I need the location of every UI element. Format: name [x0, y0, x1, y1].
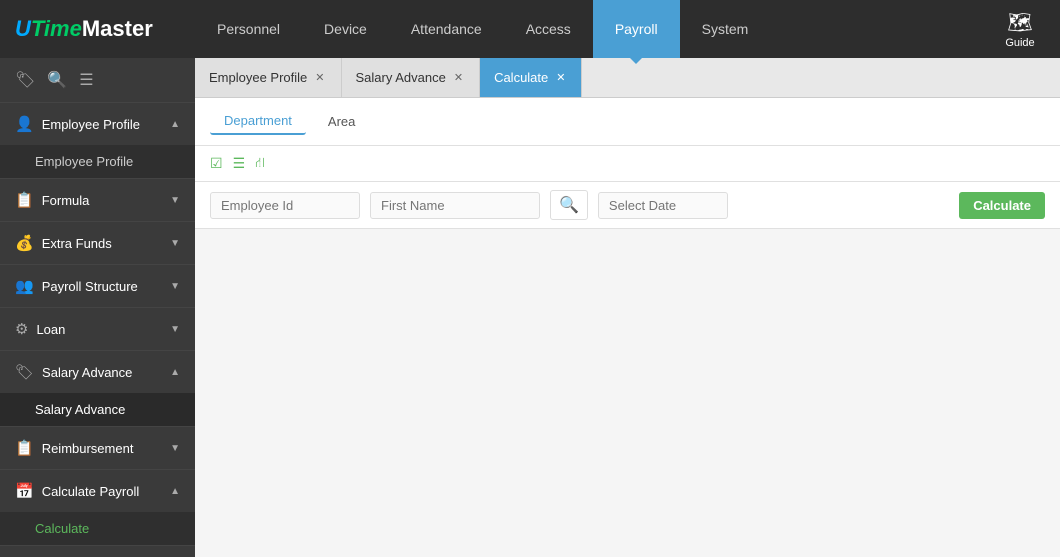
- chevron-up-icon: ▲: [170, 119, 180, 130]
- logo-master: Master: [82, 16, 153, 42]
- logo: UTime Master: [0, 16, 195, 42]
- formula-icon: 📋: [15, 191, 34, 209]
- sidebar-payroll-structure-header[interactable]: 👥 Payroll Structure ▼: [0, 265, 195, 307]
- sidebar-section-employee-profile: 👤 Employee Profile ▲ Employee Profile: [0, 103, 195, 179]
- tab-calculate-label: Calculate: [494, 70, 548, 85]
- sidebar-extra-funds-header[interactable]: 💰 Extra Funds ▼: [0, 222, 195, 264]
- tab-employee-profile-close[interactable]: ✕: [313, 71, 326, 84]
- sidebar-extra-funds-label: Extra Funds: [42, 236, 112, 251]
- sidebar-section-payroll-structure: 👥 Payroll Structure ▼: [0, 265, 195, 308]
- sidebar-section-salary-advance: 🏷 Salary Advance ▲ Salary Advance: [0, 351, 195, 427]
- sidebar-reimbursement-label: Reimbursement: [42, 441, 134, 456]
- list-view-icon[interactable]: ☰: [233, 155, 246, 172]
- sidebar-loan-header[interactable]: ⚙ Loan ▼: [0, 308, 195, 350]
- extra-funds-icon: 💰: [15, 234, 34, 252]
- nav-items: Personnel Device Attendance Access Payro…: [195, 0, 990, 58]
- chevron-up-icon2: ▲: [170, 367, 180, 378]
- sidebar-reimbursement-header[interactable]: 📋 Reimbursement ▼: [0, 427, 195, 469]
- sidebar-formula-label: Formula: [42, 193, 90, 208]
- sidebar-item-salary-advance[interactable]: Salary Advance: [0, 393, 195, 426]
- chevron-down-icon3: ▼: [170, 281, 180, 292]
- sidebar: 🏷 🔍 ☰ 👤 Employee Profile ▲ Employee Prof…: [0, 58, 195, 557]
- salary-advance-icon: 🏷: [15, 363, 34, 381]
- guide-icon: 🗺: [1007, 10, 1032, 35]
- loan-icon: ⚙: [15, 320, 28, 338]
- guide-label: Guide: [1005, 37, 1034, 49]
- sidebar-section-report: 📄 Report ▼: [0, 546, 195, 557]
- chevron-down-icon: ▼: [170, 195, 180, 206]
- sidebar-salary-advance-header[interactable]: 🏷 Salary Advance ▲: [0, 351, 195, 393]
- sub-icons-row: ☑ ☰ ⛙: [195, 146, 1060, 182]
- sidebar-item-employee-profile[interactable]: Employee Profile: [0, 145, 195, 178]
- dept-tab-button[interactable]: Department: [210, 108, 306, 135]
- tab-salary-advance-close[interactable]: ✕: [452, 71, 465, 84]
- check-icon[interactable]: ☑: [210, 155, 223, 172]
- sidebar-employee-profile-label: Employee Profile: [42, 117, 140, 132]
- sidebar-payroll-structure-label: Payroll Structure: [42, 279, 138, 294]
- tab-employee-profile[interactable]: Employee Profile ✕: [195, 58, 342, 97]
- chevron-down-icon4: ▼: [170, 324, 180, 335]
- org-chart-icon[interactable]: ⛙: [255, 154, 265, 173]
- nav-system[interactable]: System: [680, 0, 771, 58]
- sidebar-section-loan: ⚙ Loan ▼: [0, 308, 195, 351]
- reimbursement-icon: 📋: [15, 439, 34, 457]
- logo-u: U: [15, 16, 31, 42]
- nav-attendance[interactable]: Attendance: [389, 0, 504, 58]
- calculate-button[interactable]: Calculate: [959, 192, 1045, 219]
- sidebar-calculate-payroll-header[interactable]: 📅 Calculate Payroll ▲: [0, 470, 195, 512]
- tab-calculate-close[interactable]: ✕: [554, 71, 567, 84]
- filter-bar: 🔍 Calculate: [195, 182, 1060, 229]
- sidebar-calculate-payroll-label: Calculate Payroll: [42, 484, 140, 499]
- employee-profile-icon: 👤: [15, 115, 34, 133]
- date-input[interactable]: [598, 192, 728, 219]
- calculate-payroll-icon: 📅: [15, 482, 34, 500]
- first-name-input[interactable]: [370, 192, 540, 219]
- tab-calculate[interactable]: Calculate ✕: [480, 58, 582, 97]
- sidebar-section-extra-funds: 💰 Extra Funds ▼: [0, 222, 195, 265]
- search-button[interactable]: 🔍: [550, 190, 588, 220]
- nav-access[interactable]: Access: [504, 0, 593, 58]
- payroll-structure-icon: 👥: [15, 277, 34, 295]
- sidebar-top-icons: 🏷 🔍 ☰: [0, 58, 195, 103]
- logo-time: Time: [31, 16, 82, 42]
- sidebar-section-formula: 📋 Formula ▼: [0, 179, 195, 222]
- sidebar-employee-profile-header[interactable]: 👤 Employee Profile ▲: [0, 103, 195, 145]
- tabs-bar: Employee Profile ✕ Salary Advance ✕ Calc…: [195, 58, 1060, 98]
- chevron-up-icon3: ▲: [170, 486, 180, 497]
- chevron-down-icon2: ▼: [170, 238, 180, 249]
- nav-personnel[interactable]: Personnel: [195, 0, 302, 58]
- sidebar-loan-label: Loan: [36, 322, 65, 337]
- table-area: [195, 229, 1060, 557]
- top-navigation: UTime Master Personnel Device Attendance…: [0, 0, 1060, 58]
- sidebar-salary-advance-label: Salary Advance: [42, 365, 132, 380]
- sidebar-report-header[interactable]: 📄 Report ▼: [0, 546, 195, 557]
- tab-salary-advance-label: Salary Advance: [356, 70, 446, 85]
- sidebar-section-reimbursement: 📋 Reimbursement ▼: [0, 427, 195, 470]
- search-icon[interactable]: 🔍: [47, 70, 67, 90]
- tab-salary-advance[interactable]: Salary Advance ✕: [342, 58, 481, 97]
- list-icon[interactable]: ☰: [79, 70, 93, 90]
- content-area: Employee Profile ✕ Salary Advance ✕ Calc…: [195, 58, 1060, 557]
- tab-employee-profile-label: Employee Profile: [209, 70, 307, 85]
- nav-payroll[interactable]: Payroll: [593, 0, 680, 58]
- sidebar-item-calculate[interactable]: Calculate: [0, 512, 195, 545]
- guide-area[interactable]: 🗺 Guide: [990, 10, 1060, 49]
- employee-id-input[interactable]: [210, 192, 360, 219]
- area-tab-button[interactable]: Area: [314, 109, 369, 134]
- sidebar-section-calculate-payroll: 📅 Calculate Payroll ▲ Calculate: [0, 470, 195, 546]
- main-layout: 🏷 🔍 ☰ 👤 Employee Profile ▲ Employee Prof…: [0, 58, 1060, 557]
- tag-icon[interactable]: 🏷: [15, 70, 35, 90]
- nav-device[interactable]: Device: [302, 0, 389, 58]
- sidebar-formula-header[interactable]: 📋 Formula ▼: [0, 179, 195, 221]
- toolbar: Department Area: [195, 98, 1060, 146]
- chevron-down-icon5: ▼: [170, 443, 180, 454]
